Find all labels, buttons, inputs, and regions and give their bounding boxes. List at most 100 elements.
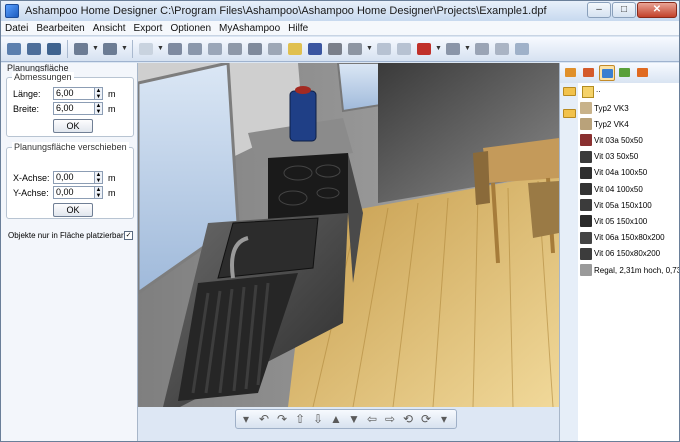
- catalog-item[interactable]: Vit 05a 150x100: [580, 199, 652, 212]
- tilt-up-icon[interactable]: ▲: [328, 411, 344, 427]
- turn-right-icon[interactable]: ↷: [274, 411, 290, 427]
- folder-icon[interactable]: [563, 87, 576, 96]
- parent-folder-label[interactable]: ..: [596, 85, 600, 94]
- nav-menu-icon[interactable]: ▾: [238, 411, 254, 427]
- stairs-button[interactable]: [266, 40, 284, 58]
- catalog-item-label: Regal, 2,31m hoch, 0,73m: [594, 265, 680, 275]
- box-button[interactable]: [346, 40, 364, 58]
- catalog-pictures-button[interactable]: [599, 65, 615, 81]
- catalog-item-thumbnail-icon: [580, 264, 592, 276]
- redo-button[interactable]: [101, 40, 119, 58]
- x-axis-input[interactable]: 0,00: [53, 171, 95, 184]
- pan-right-icon[interactable]: ⇨: [382, 411, 398, 427]
- rotate-left-icon[interactable]: ⟲: [400, 411, 416, 427]
- rotate-button[interactable]: [326, 40, 344, 58]
- redo-icon: [103, 43, 117, 55]
- catalog-item[interactable]: Vit 06a 150x80x200: [580, 231, 665, 244]
- parent-folder-icon[interactable]: [582, 86, 594, 98]
- catalog-item-label: Vit 06 150x80x200: [594, 249, 661, 259]
- length-row: Länge: 6,00 ▲ ▼ m: [13, 87, 116, 100]
- menu-item-myashampoo[interactable]: MyAshampoo: [215, 23, 284, 34]
- catalog-item-thumbnail-icon: [580, 134, 592, 147]
- 3d-viewport[interactable]: [138, 63, 559, 407]
- y-axis-label: Y-Achse:: [13, 187, 49, 198]
- chevron-down-icon[interactable]: ▼: [366, 40, 373, 58]
- catalog-folder-button[interactable]: [581, 65, 597, 81]
- minimize-button[interactable]: –: [587, 2, 611, 18]
- catalog-photos-button[interactable]: [617, 65, 633, 81]
- catalog-item[interactable]: Vit 05 150x100: [580, 215, 648, 228]
- nav-options-icon[interactable]: ▾: [436, 411, 452, 427]
- dimensions-ok-button[interactable]: OK: [53, 119, 93, 133]
- chevron-down-icon[interactable]: ▼: [157, 40, 164, 58]
- undo-button[interactable]: [72, 40, 90, 58]
- catalog-item[interactable]: Regal, 2,31m hoch, 0,73m: [580, 264, 680, 276]
- folder-icon[interactable]: [563, 109, 576, 118]
- menu-item-ansicht[interactable]: Ansicht: [89, 23, 130, 34]
- slab-button[interactable]: [226, 40, 244, 58]
- catalog-pictures-icon: [602, 69, 613, 78]
- menu-item-bearbeiten[interactable]: Bearbeiten: [32, 23, 88, 34]
- turn-left-icon[interactable]: ↶: [256, 411, 272, 427]
- wall-button[interactable]: [166, 40, 184, 58]
- lamp-button[interactable]: [286, 40, 304, 58]
- walk-button[interactable]: [493, 40, 511, 58]
- roof-button[interactable]: [246, 40, 264, 58]
- catalog-item-thumbnail-icon: [580, 247, 592, 260]
- zoom-out-button[interactable]: [395, 40, 413, 58]
- catalog-item-thumbnail-icon: [580, 199, 592, 212]
- chevron-down-icon[interactable]: ▼: [92, 40, 99, 58]
- y-axis-input[interactable]: 0,00: [53, 186, 95, 199]
- camera-button[interactable]: [473, 40, 491, 58]
- length-input[interactable]: 6,00: [53, 87, 95, 100]
- chevron-down-icon[interactable]: ▼: [121, 40, 128, 58]
- y-axis-spinner[interactable]: ▲ ▼: [95, 186, 103, 199]
- catalog-item[interactable]: Typ2 VK3: [580, 102, 629, 114]
- length-unit: m: [108, 88, 116, 99]
- move-down-icon[interactable]: ⇩: [310, 411, 326, 427]
- menu-item-datei[interactable]: Datei: [1, 23, 32, 34]
- chevron-down-icon[interactable]: ▼: [464, 40, 471, 58]
- view-3d-button[interactable]: [25, 40, 43, 58]
- y-axis-row: Y-Achse: 0,00 ▲ ▼ m: [13, 186, 116, 199]
- width-input[interactable]: 6,00: [53, 102, 95, 115]
- catalog-up-button[interactable]: [563, 65, 579, 81]
- catalog-item[interactable]: Vit 04a 100x50: [580, 166, 647, 179]
- close-button[interactable]: ✕: [637, 2, 677, 18]
- catalog-item-label: Vit 05 150x100: [594, 216, 648, 226]
- main-toolbar: ▼ ▼ ▼ ▼ ▼ ▼: [1, 37, 679, 62]
- catalog-item[interactable]: Vit 03a 50x50: [580, 134, 643, 147]
- floor-button[interactable]: [206, 40, 224, 58]
- menu-item-hilfe[interactable]: Hilfe: [284, 23, 312, 34]
- x-axis-spinner[interactable]: ▲ ▼: [95, 171, 103, 184]
- catalog-item[interactable]: Vit 06 150x80x200: [580, 247, 661, 260]
- menu-item-export[interactable]: Export: [130, 23, 167, 34]
- view-split-button[interactable]: [45, 40, 63, 58]
- length-spinner[interactable]: ▲ ▼: [95, 87, 103, 100]
- catalog-item[interactable]: Typ2 VK4: [580, 118, 629, 131]
- move-ok-button[interactable]: OK: [53, 203, 93, 217]
- measure-button[interactable]: [444, 40, 462, 58]
- pan-left-icon[interactable]: ⇦: [364, 411, 380, 427]
- catalog-item[interactable]: Vit 04 100x50: [580, 183, 643, 195]
- object-catalog-button[interactable]: [415, 40, 433, 58]
- maximize-button[interactable]: □: [612, 2, 636, 18]
- place-only-in-area-checkbox[interactable]: ✓: [124, 231, 133, 240]
- width-spinner[interactable]: ▲ ▼: [95, 102, 103, 115]
- title-bar[interactable]: Ashampoo Home Designer C:\Program Files\…: [1, 1, 679, 21]
- catalog-item[interactable]: Vit 03 50x50: [580, 150, 638, 163]
- catalog-globe-button[interactable]: [635, 65, 651, 81]
- chevron-down-icon[interactable]: ▼: [435, 40, 442, 58]
- menu-item-optionen[interactable]: Optionen: [166, 23, 215, 34]
- compass-button[interactable]: [513, 40, 531, 58]
- view-2d-button[interactable]: [5, 40, 23, 58]
- room-button[interactable]: [186, 40, 204, 58]
- move-up-icon[interactable]: ⇧: [292, 411, 308, 427]
- place-only-in-area-label: Objekte nur in Fläche platzierbar: [8, 231, 124, 240]
- grid-button[interactable]: [306, 40, 324, 58]
- rotate-right-icon[interactable]: ⟳: [418, 411, 434, 427]
- 3d-scene[interactable]: [138, 63, 559, 407]
- tilt-down-icon[interactable]: ▼: [346, 411, 362, 427]
- new-object-button[interactable]: [137, 40, 155, 58]
- zoom-in-button[interactable]: [375, 40, 393, 58]
